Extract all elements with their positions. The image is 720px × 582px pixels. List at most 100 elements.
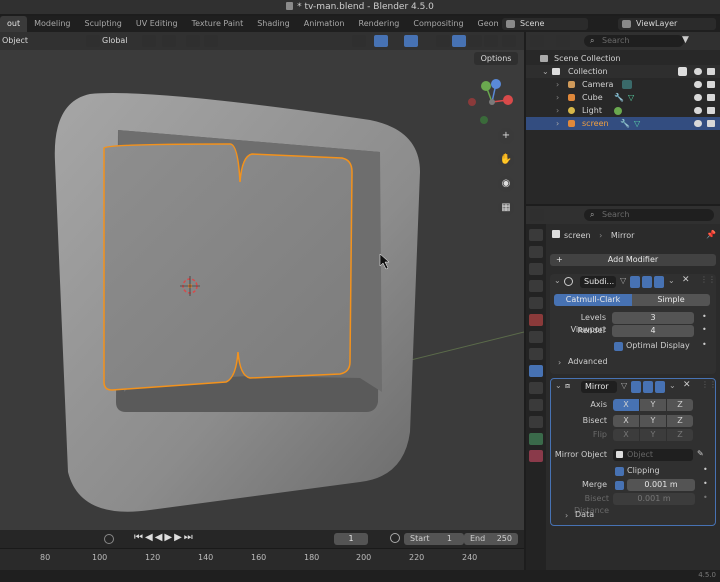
playback-controls-icon[interactable]: ⏮◀◀▶▶⏭: [134, 532, 195, 543]
keyframe-dot-icon[interactable]: •: [703, 493, 708, 502]
bisect-y-toggle[interactable]: Y: [640, 415, 666, 427]
edit-mode-icon[interactable]: ▽: [621, 381, 627, 390]
outliner-item-camera[interactable]: › Camera: [526, 78, 720, 91]
tool-tab-icon[interactable]: [529, 229, 543, 241]
zoom-icon[interactable]: +: [498, 128, 514, 144]
filter-icon[interactable]: ▼: [682, 35, 689, 45]
subdiv-name-field[interactable]: Subdi...: [580, 276, 616, 288]
levels-viewport-field[interactable]: 3: [612, 312, 694, 324]
bisect-distance-field[interactable]: 0.001 m: [613, 493, 695, 505]
orientation-selector[interactable]: Global: [102, 35, 128, 47]
particles-tab-icon[interactable]: [529, 382, 543, 394]
outliner-item-cube[interactable]: › Cube 🔧 ▽: [526, 91, 720, 104]
expand-arrow-icon[interactable]: ›: [556, 91, 559, 104]
tab-modeling[interactable]: Modeling: [27, 16, 77, 32]
camera-render-icon[interactable]: [707, 107, 715, 114]
tab-sculpting[interactable]: Sculpting: [78, 16, 129, 32]
keyframe-dot-icon[interactable]: •: [703, 465, 708, 474]
pin-icon[interactable]: 📌: [706, 230, 716, 239]
current-frame-field[interactable]: 1: [334, 533, 368, 545]
options-button[interactable]: Options: [474, 52, 518, 65]
shading-dropdown-icon[interactable]: [502, 35, 516, 47]
flip-y-toggle[interactable]: Y: [640, 429, 666, 441]
advanced-arrow-icon[interactable]: ›: [558, 358, 561, 367]
display-mode-icon[interactable]: [556, 35, 570, 47]
pan-hand-icon[interactable]: ✋: [498, 152, 514, 168]
tab-geometry-nodes[interactable]: Geometry Nodes: [471, 16, 498, 32]
data-tab-icon[interactable]: [529, 433, 543, 445]
editor-type-icon[interactable]: [530, 35, 544, 47]
camera-view-icon[interactable]: ◉: [498, 176, 514, 192]
flip-z-toggle[interactable]: Z: [667, 429, 693, 441]
eyedropper-icon[interactable]: ✎: [697, 449, 704, 458]
falloff-icon[interactable]: [204, 35, 218, 47]
record-icon[interactable]: [104, 534, 114, 544]
merge-checkbox[interactable]: [615, 481, 624, 490]
world-tab-icon[interactable]: [529, 314, 543, 326]
shading-rendered-icon[interactable]: [484, 35, 498, 47]
outliner-search-input[interactable]: ⌕ Search: [584, 35, 684, 47]
perspective-grid-icon[interactable]: ▦: [498, 200, 514, 216]
overlay-icon[interactable]: [404, 35, 418, 47]
tab-uv-editing[interactable]: UV Editing: [129, 16, 185, 32]
scene-tab-icon[interactable]: [529, 297, 543, 309]
bisect-z-toggle[interactable]: Z: [667, 415, 693, 427]
scene-selector[interactable]: Scene: [502, 18, 588, 30]
axis-y-toggle[interactable]: Y: [640, 399, 666, 411]
mirror-object-field[interactable]: Object: [613, 449, 693, 461]
shading-solid-icon[interactable]: [452, 35, 466, 47]
3d-viewport[interactable]: Object Global Options + ✋ ◉ ▦: [0, 32, 524, 530]
proportional-edit-icon[interactable]: [186, 35, 200, 47]
optimal-display-checkbox[interactable]: [614, 342, 623, 351]
collapse-arrow-icon[interactable]: ⌄: [554, 276, 561, 285]
render-tab-icon[interactable]: [529, 246, 543, 258]
axis-z-toggle[interactable]: Z: [667, 399, 693, 411]
object-tab-icon[interactable]: [529, 348, 543, 360]
close-icon[interactable]: ✕: [683, 380, 691, 390]
tab-shading[interactable]: Shading: [250, 16, 297, 32]
collection-checkbox[interactable]: [678, 67, 687, 76]
tab-layout[interactable]: out: [0, 16, 28, 32]
catmull-clark-button[interactable]: Catmull-Clark: [554, 294, 632, 306]
close-icon[interactable]: ✕: [682, 275, 690, 285]
tab-texture-paint[interactable]: Texture Paint: [185, 16, 251, 32]
collapse-arrow-icon[interactable]: ⌄: [555, 381, 562, 390]
tab-rendering[interactable]: Rendering: [352, 16, 407, 32]
edit-mode-icon[interactable]: ▽: [620, 276, 626, 285]
data-arrow-icon[interactable]: ›: [565, 511, 568, 520]
flip-x-toggle[interactable]: X: [613, 429, 639, 441]
viewport-toggle[interactable]: [642, 276, 652, 288]
simple-button[interactable]: Simple: [632, 294, 710, 306]
clock-icon[interactable]: [390, 533, 400, 543]
tab-animation[interactable]: Animation: [297, 16, 352, 32]
keyframe-dot-icon[interactable]: •: [702, 340, 707, 349]
scene-collection-row[interactable]: Scene Collection: [526, 52, 720, 65]
eye-icon[interactable]: [694, 68, 702, 75]
expand-arrow-icon[interactable]: ›: [556, 78, 559, 91]
end-frame-field[interactable]: End 250: [464, 533, 518, 545]
render-toggle[interactable]: [654, 276, 664, 288]
editor-type-icon[interactable]: [530, 209, 544, 221]
bisect-x-toggle[interactable]: X: [613, 415, 639, 427]
eye-icon[interactable]: [694, 81, 702, 88]
camera-render-icon[interactable]: [707, 120, 715, 127]
mode-selector[interactable]: Object: [2, 35, 28, 47]
outliner-item-light[interactable]: › Light: [526, 104, 720, 117]
physics-tab-icon[interactable]: [529, 399, 543, 411]
render-levels-field[interactable]: 4: [612, 325, 694, 337]
keyframe-dot-icon[interactable]: •: [703, 479, 708, 488]
cage-toggle[interactable]: [630, 276, 640, 288]
viewport-toggle[interactable]: [643, 381, 653, 393]
modifier-tab-icon[interactable]: [529, 365, 543, 377]
navigation-gizmo[interactable]: [462, 72, 522, 132]
view-layer-tab-icon[interactable]: [529, 280, 543, 292]
camera-render-icon[interactable]: [707, 81, 715, 88]
gizmo-icon[interactable]: [374, 35, 388, 47]
clipping-checkbox[interactable]: [615, 467, 624, 476]
collection-row[interactable]: ⌄ Collection: [526, 65, 720, 78]
transform-orientation-icon[interactable]: [86, 35, 100, 47]
xray-icon[interactable]: [436, 35, 450, 47]
eye-icon[interactable]: [694, 94, 702, 101]
expand-arrow-icon[interactable]: ›: [556, 117, 559, 130]
expand-arrow-icon[interactable]: ⌄: [542, 65, 549, 78]
